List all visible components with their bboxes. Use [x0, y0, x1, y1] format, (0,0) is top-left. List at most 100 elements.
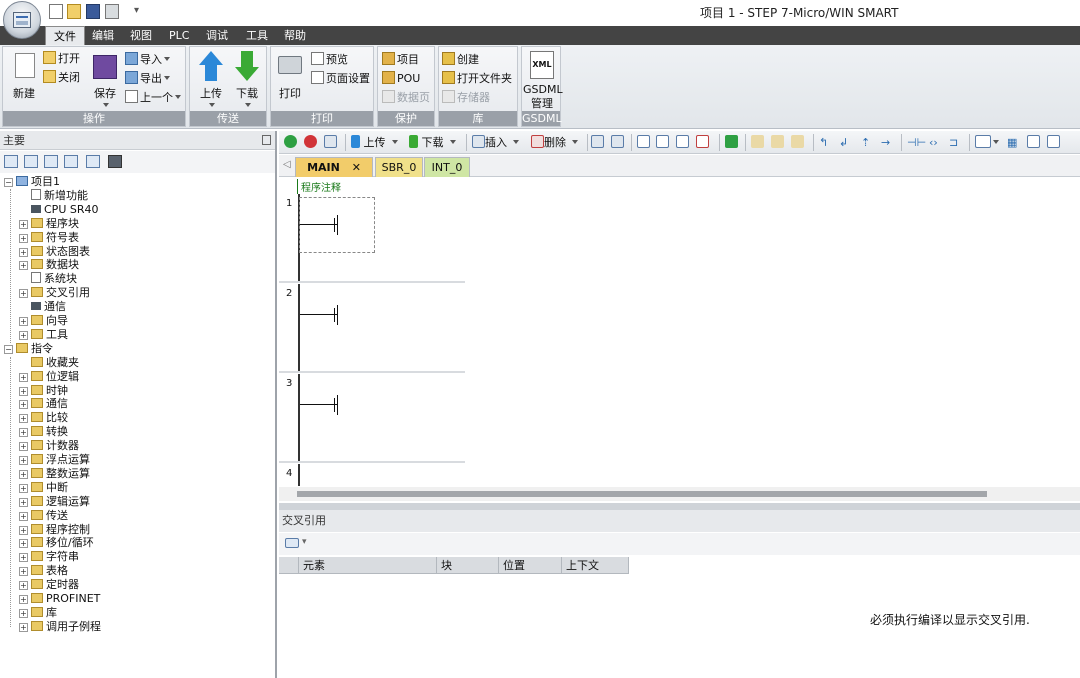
lock1-button[interactable]: [751, 135, 764, 150]
close-icon[interactable]: ✕: [352, 161, 361, 174]
tree-item[interactable]: + 位逻辑: [19, 370, 79, 384]
collapse-icon[interactable]: −: [4, 344, 13, 354]
expand-icon[interactable]: +: [19, 511, 28, 521]
col-location[interactable]: 位置: [499, 557, 562, 574]
tree-item[interactable]: + 逻辑运算: [19, 495, 90, 509]
scrollbar-thumb[interactable]: [297, 491, 987, 497]
print-button[interactable]: 打印: [274, 50, 306, 105]
tree-item[interactable]: + 程序控制: [19, 523, 90, 537]
tree-item[interactable]: − 指令: [4, 342, 53, 356]
tree-item[interactable]: + PROFINET: [19, 592, 100, 606]
collapse-icon[interactable]: −: [4, 178, 13, 187]
data-block-icon[interactable]: [64, 155, 78, 168]
tree-item[interactable]: + 中断: [19, 481, 68, 495]
tree-item[interactable]: + 浮点运算: [19, 453, 90, 467]
tree-item[interactable]: + 整数运算: [19, 467, 90, 481]
export-button[interactable]: 导出: [125, 70, 170, 87]
edit-button[interactable]: [1047, 135, 1060, 150]
save-icon[interactable]: [86, 4, 100, 19]
menu-edit[interactable]: 编辑: [84, 26, 122, 45]
quick-access-dropdown-icon[interactable]: ▾: [134, 5, 139, 16]
network-2[interactable]: 2: [279, 284, 465, 373]
expand-icon[interactable]: +: [19, 386, 28, 396]
editor-horizontal-scrollbar[interactable]: [279, 487, 1080, 501]
expand-icon[interactable]: +: [19, 608, 28, 618]
box3-button[interactable]: [676, 135, 689, 150]
program-comment[interactable]: 程序注释: [297, 179, 341, 194]
box4-button[interactable]: [696, 135, 709, 150]
tree-item[interactable]: + 通信: [19, 397, 68, 411]
tree-item[interactable]: + 符号表: [19, 231, 79, 245]
previous-button[interactable]: 上一个: [125, 89, 181, 106]
expand-icon[interactable]: +: [19, 553, 28, 563]
tree-item[interactable]: + 字符串: [19, 550, 79, 564]
menu-file[interactable]: 文件: [45, 26, 85, 45]
bookmark-button[interactable]: [591, 135, 604, 150]
expand-icon[interactable]: +: [19, 428, 28, 438]
open-folder-icon[interactable]: [67, 4, 81, 19]
close-button[interactable]: 关闭: [43, 69, 80, 86]
col-block[interactable]: 块: [437, 557, 499, 574]
line-up-button[interactable]: ⇡: [861, 135, 870, 150]
tree-item[interactable]: + 表格: [19, 564, 68, 578]
expand-icon[interactable]: +: [19, 414, 28, 424]
tree-item[interactable]: + 移位/循环: [19, 536, 94, 550]
network-4[interactable]: 4: [279, 464, 465, 486]
tab-scroll-left-icon[interactable]: ◁: [283, 159, 291, 170]
expand-icon[interactable]: +: [19, 581, 28, 591]
stop-button[interactable]: [304, 135, 317, 150]
network-1[interactable]: 1: [279, 194, 465, 283]
new-button[interactable]: 新建: [7, 51, 41, 106]
tree-item[interactable]: 收藏夹: [19, 356, 79, 370]
upload-button[interactable]: 上传: [193, 50, 229, 110]
comment-button[interactable]: [975, 135, 999, 150]
library-memory-button[interactable]: 存储器: [442, 89, 490, 106]
status-chart-icon[interactable]: [44, 155, 58, 168]
contact-button[interactable]: ⊣⊢: [907, 135, 926, 150]
tree-item[interactable]: + 工具: [19, 328, 68, 342]
col-element[interactable]: 元素: [299, 557, 437, 574]
library-open-folder-button[interactable]: 打开文件夹: [442, 70, 512, 87]
line-right-button[interactable]: →: [881, 135, 890, 150]
protect-pou-button[interactable]: POU: [382, 70, 420, 87]
expand-icon[interactable]: +: [19, 456, 28, 465]
xref-view-dropdown-icon[interactable]: ▾: [302, 537, 307, 547]
tab-int0[interactable]: INT_0: [424, 157, 470, 177]
page-setup-button[interactable]: 页面设置: [311, 70, 370, 87]
box2-button[interactable]: [656, 135, 669, 150]
tree-item[interactable]: + 调用子例程: [19, 620, 101, 634]
expand-icon[interactable]: +: [19, 372, 28, 382]
tree-item[interactable]: 新增功能: [19, 188, 88, 203]
tree-item[interactable]: 系统块: [19, 272, 77, 286]
tree-item[interactable]: + 状态图表: [19, 245, 90, 259]
tree-item[interactable]: − 项目1: [4, 175, 60, 189]
tree-item[interactable]: + 计数器: [19, 439, 79, 453]
app-menu-button[interactable]: [3, 1, 41, 39]
lock2-button[interactable]: [771, 135, 784, 150]
tree-item[interactable]: + 转换: [19, 425, 68, 439]
menu-view[interactable]: 视图: [122, 26, 160, 45]
menu-plc[interactable]: PLC: [161, 26, 197, 45]
download-button[interactable]: 下载: [229, 50, 265, 110]
pin-icon[interactable]: [262, 135, 271, 145]
preview-button[interactable]: 预览: [311, 51, 348, 68]
box-button[interactable]: [637, 135, 650, 150]
protect-project-button[interactable]: 项目: [382, 51, 419, 68]
expand-icon[interactable]: +: [19, 233, 28, 243]
expand-icon[interactable]: +: [19, 567, 28, 577]
new-file-icon[interactable]: [49, 4, 63, 19]
expand-icon[interactable]: +: [19, 595, 28, 604]
xref-view-icon[interactable]: [285, 538, 299, 548]
communication-icon[interactable]: [108, 155, 122, 168]
expand-icon[interactable]: +: [19, 622, 28, 632]
print-icon[interactable]: [105, 4, 119, 19]
network-3[interactable]: 3: [279, 374, 465, 463]
properties-button[interactable]: [1027, 135, 1040, 150]
tree-item[interactable]: 通信: [19, 300, 66, 314]
gsdml-manage-button[interactable]: XML GSDML 管理: [523, 50, 563, 112]
ladder-editor[interactable]: 程序注释 1 2 3 4: [279, 177, 1080, 503]
tree-view-icon[interactable]: [4, 155, 18, 168]
menu-debug[interactable]: 调试: [198, 26, 236, 45]
toolbar-upload-button[interactable]: 上传: [351, 135, 398, 150]
tree-item[interactable]: + 数据块: [19, 258, 79, 272]
